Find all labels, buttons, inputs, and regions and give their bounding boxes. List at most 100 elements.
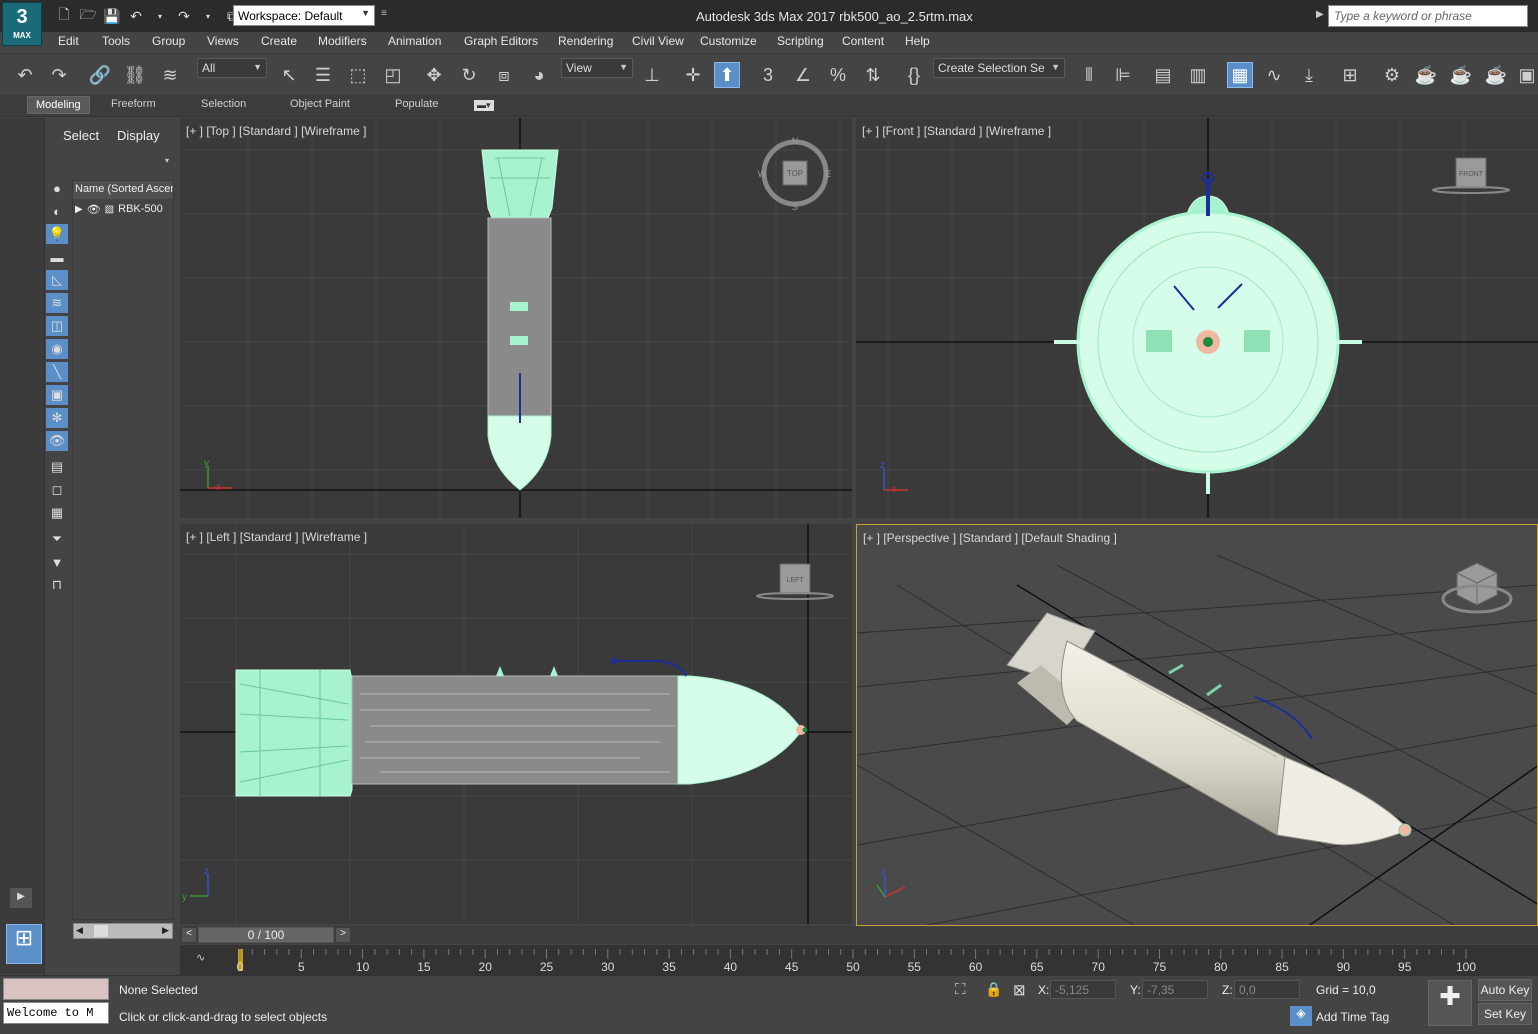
chevron-right-icon[interactable]: ▶ xyxy=(1316,9,1324,20)
filter-icon[interactable]: ▼ xyxy=(46,552,68,572)
redo-icon[interactable]: ↷ xyxy=(174,6,194,26)
bone-icon[interactable]: ╲ xyxy=(46,362,68,382)
selection-filter-dropdown[interactable]: All ▼ xyxy=(197,58,267,78)
menu-help[interactable]: Help xyxy=(905,34,930,48)
chevron-down-icon[interactable]: ▾ xyxy=(165,156,169,165)
new-file-icon[interactable]: 🗋 xyxy=(54,6,74,26)
set-key-button[interactable]: Set Key xyxy=(1478,1003,1532,1025)
name-column-header[interactable]: Name (Sorted Ascen xyxy=(73,181,173,199)
z-coord-field[interactable]: 0,0 xyxy=(1234,980,1300,999)
menu-graph-editors[interactable]: Graph Editors xyxy=(464,34,538,48)
layer-icon[interactable]: ⊓ xyxy=(46,575,68,595)
helper-icon[interactable]: ◺ xyxy=(46,270,68,290)
select-object-icon[interactable]: ↖ xyxy=(276,62,302,88)
set-key-plus-icon[interactable]: ✚ xyxy=(1428,980,1472,1026)
maxscript-listener-output[interactable] xyxy=(3,978,109,1000)
tab-modeling[interactable]: Modeling xyxy=(27,96,90,114)
menu-views[interactable]: Views xyxy=(207,34,239,48)
viewport-label-front[interactable]: [+ ] [Front ] [Standard ] [Wireframe ] xyxy=(862,124,1051,138)
left-viewcube[interactable]: LEFT xyxy=(756,563,834,600)
viewport-label-perspective[interactable]: [+ ] [Perspective ] [Standard ] [Default… xyxy=(863,531,1117,545)
display-none-icon[interactable]: ◻ xyxy=(46,480,68,500)
filter-plus-icon[interactable]: ⏷ xyxy=(46,529,68,549)
scroll-left-icon[interactable]: ◀ xyxy=(76,925,83,936)
menu-animation[interactable]: Animation xyxy=(388,34,441,48)
undo-dropdown-icon[interactable]: ▾ xyxy=(150,6,170,26)
xref-icon[interactable]: ◉ xyxy=(46,339,68,359)
absolute-mode-icon[interactable]: ⊠ xyxy=(1013,981,1026,999)
menu-edit[interactable]: Edit xyxy=(58,34,79,48)
rectangular-selection-icon[interactable]: ⬚ xyxy=(345,62,371,88)
viewport-label-left[interactable]: [+ ] [Left ] [Standard ] [Wireframe ] xyxy=(186,530,367,544)
reference-coordinate-dropdown[interactable]: View ▼ xyxy=(561,58,633,78)
scale-icon[interactable]: ⧈ xyxy=(491,62,517,88)
viewport-top[interactable]: [+ ] [Top ] [Standard ] [Wireframe ] y x… xyxy=(180,118,852,518)
undo-icon[interactable]: ↶ xyxy=(126,6,146,26)
isolate-selection-icon[interactable]: ⛶ xyxy=(955,981,966,998)
group-icon[interactable]: ◫ xyxy=(46,316,68,336)
tab-display[interactable]: Display xyxy=(117,128,160,143)
spacewarp-icon[interactable]: ≋ xyxy=(46,293,68,313)
list-item[interactable]: ▶ 👁 ▧ RBK-500 xyxy=(73,199,173,219)
customize-qat-icon[interactable]: ≡ xyxy=(381,8,387,19)
container-icon[interactable]: ▣ xyxy=(46,385,68,405)
viewport-left[interactable]: [+ ] [Left ] [Standard ] [Wireframe ] z xyxy=(180,524,852,924)
curve-editor-icon[interactable]: ∿ xyxy=(1261,62,1287,88)
workspace-dropdown[interactable]: Workspace: Default ▼ xyxy=(233,5,375,26)
light-icon[interactable]: 💡 xyxy=(46,224,68,244)
placement-icon[interactable]: ◕ xyxy=(526,62,552,88)
link-icon[interactable]: 🔗 xyxy=(87,62,113,88)
eye-icon[interactable]: 👁 xyxy=(87,203,101,216)
angle-snap-icon[interactable]: ∠ xyxy=(790,62,816,88)
keyboard-shortcut-override-icon[interactable]: ⬆ xyxy=(714,62,740,88)
menu-group[interactable]: Group xyxy=(152,34,185,48)
viewport-perspective[interactable]: [+ ] [Perspective ] [Standard ] [Default… xyxy=(856,524,1538,926)
layer-explorer-icon[interactable]: ▥ xyxy=(1185,62,1211,88)
time-tag-icon[interactable]: ◈ xyxy=(1290,1006,1312,1026)
render-production-icon[interactable]: ☕ xyxy=(1483,62,1509,88)
compass-viewcube[interactable]: TOP N S E W xyxy=(758,136,831,212)
undo-icon[interactable]: ↶ xyxy=(12,62,38,88)
expand-arrow-icon[interactable]: ▶ xyxy=(75,204,83,215)
menu-content[interactable]: Content xyxy=(842,34,884,48)
scroll-right-icon[interactable]: ▶ xyxy=(162,925,169,936)
time-prev-button[interactable]: < xyxy=(182,928,196,942)
display-all-icon[interactable]: ▤ xyxy=(46,457,68,477)
menu-scripting[interactable]: Scripting xyxy=(777,34,824,48)
viewport-front[interactable]: [+ ] [Front ] [Standard ] [Wireframe ] z… xyxy=(856,118,1538,518)
unlink-icon[interactable]: ⛓ xyxy=(122,62,148,88)
tab-selection[interactable]: Selection xyxy=(201,98,246,110)
schematic-view-icon[interactable]: ⊞ xyxy=(1337,62,1363,88)
align-icon[interactable]: ⊫ xyxy=(1110,62,1136,88)
track-bar[interactable]: ∿ 0 5 10 15 20 25 30 35 40 45 50 55 60 65 70 75 80 85 90 95… xyxy=(180,945,1538,975)
bind-space-warp-icon[interactable]: ≋ xyxy=(157,62,183,88)
mirror-icon[interactable]: ⫴ xyxy=(1076,62,1102,88)
select-by-name-icon[interactable]: ☰ xyxy=(310,62,336,88)
x-coord-field[interactable]: -5,125 xyxy=(1050,980,1116,999)
manipulate-icon[interactable]: ✛ xyxy=(680,62,706,88)
scene-explorer-icon[interactable]: ▤ xyxy=(1150,62,1176,88)
dope-sheet-icon[interactable]: ⤓ xyxy=(1296,62,1322,88)
lock-selection-icon[interactable]: 🔒 xyxy=(985,981,1002,998)
menu-modifiers[interactable]: Modifiers xyxy=(318,34,367,48)
open-file-icon[interactable]: 🗁 xyxy=(78,6,98,26)
search-input[interactable]: Type a keyword or phrase xyxy=(1328,5,1528,27)
invert-display-icon[interactable]: ▦ xyxy=(46,503,68,523)
redo-dropdown-icon[interactable]: ▾ xyxy=(198,6,218,26)
add-time-tag[interactable]: Add Time Tag xyxy=(1316,1010,1389,1024)
window-crossing-icon[interactable]: ◰ xyxy=(380,62,406,88)
named-selection-sets-dropdown[interactable]: Create Selection Se ▼ xyxy=(933,58,1065,78)
menu-civil-view[interactable]: Civil View xyxy=(632,34,684,48)
ribbon-options-icon[interactable]: ▬▾ xyxy=(474,100,494,111)
time-next-button[interactable]: > xyxy=(336,928,350,942)
sphere-icon[interactable]: ● xyxy=(46,178,68,198)
visibility-icon[interactable]: 👁 xyxy=(46,431,68,451)
move-icon[interactable]: ✥ xyxy=(421,62,447,88)
toggle-ribbon-icon[interactable]: ▦ xyxy=(1227,62,1253,88)
menu-customize[interactable]: Customize xyxy=(700,34,757,48)
viewport-layout-icon[interactable]: ⊞ xyxy=(6,924,42,964)
edit-named-selection-icon[interactable]: {} xyxy=(901,62,927,88)
shapes-icon[interactable]: ◐ xyxy=(46,201,68,221)
particle-icon[interactable]: ✻ xyxy=(46,408,68,428)
render-in-cloud-icon[interactable]: ▣ xyxy=(1514,62,1538,88)
